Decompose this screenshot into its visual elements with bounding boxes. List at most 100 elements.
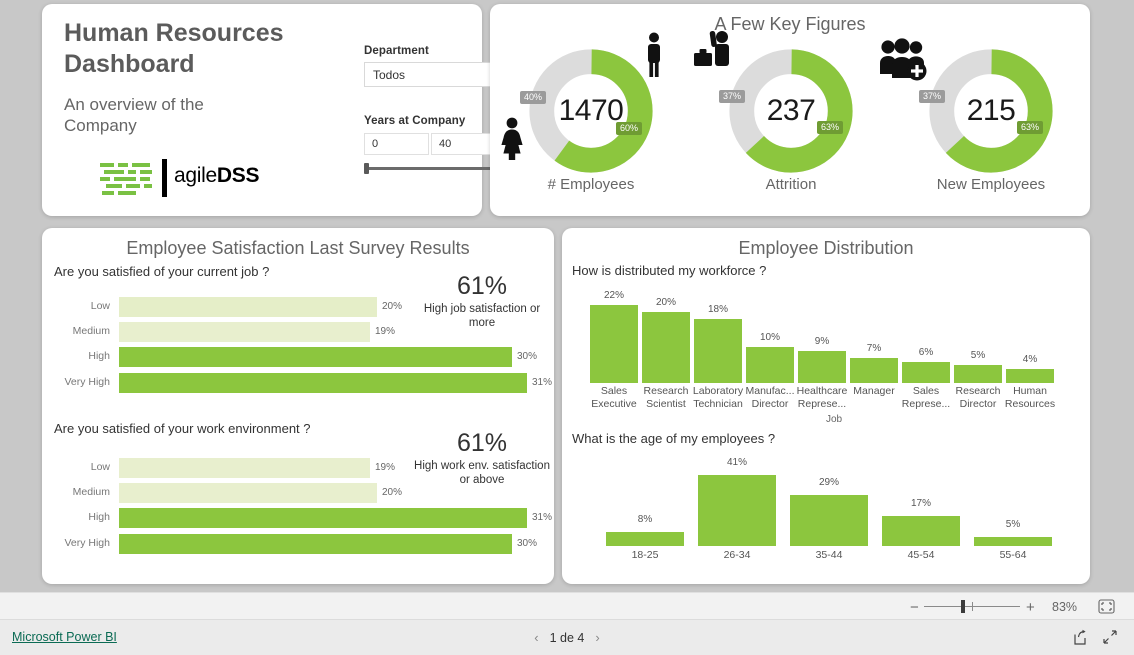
column-bar [850, 358, 898, 383]
axis-category-label: Sales Executive [591, 385, 637, 411]
chart-column[interactable]: 17% [882, 468, 960, 546]
job-distribution-chart: 22% 20% 18% 10% 9% 7% 6% 5% 4% [590, 286, 1070, 383]
satisfaction-question-1: Are you satisfied of your current job ? [54, 264, 270, 279]
fit-to-page-icon[interactable] [1098, 599, 1115, 619]
chart-column[interactable]: 7% [850, 286, 898, 383]
bar-category-label: Very High [64, 376, 110, 388]
axis-category-label: Healthcare Represe... [796, 385, 848, 411]
kpi-badge-grey-new-employees: 37% [919, 90, 946, 103]
bar-fill [119, 347, 512, 367]
bar-value-label: 20% [382, 301, 403, 312]
header-card: Human Resources Dashboard An overview of… [42, 4, 512, 216]
years-slicer-label: Years at Company [364, 115, 466, 127]
bar-category-label: Low [90, 461, 110, 473]
satisfaction-bar-row[interactable]: Low 20% [54, 297, 544, 317]
report-canvas: Human Resources Dashboard An overview of… [0, 0, 1134, 592]
kpi-value-new-employees: 215 [966, 94, 1016, 127]
axis-category-label: Manager [853, 385, 895, 397]
satisfaction-title: Employee Satisfaction Last Survey Result… [126, 238, 470, 258]
zoom-out-button[interactable]: − [910, 599, 919, 616]
chevron-right-icon[interactable]: › [584, 630, 610, 645]
axis-category-label: 55-64 [999, 549, 1027, 561]
bar-fill [119, 508, 527, 528]
column-bar [694, 319, 742, 383]
zoom-slider-handle[interactable] [961, 600, 965, 613]
chart-column[interactable]: 41% [698, 457, 776, 546]
distribution-title: Employee Distribution [738, 238, 914, 258]
chart-column[interactable]: 8% [606, 468, 684, 546]
column-value-label: 41% [726, 457, 747, 468]
kpi-badge-grey-employees: 40% [520, 91, 547, 104]
bar-value-label: 30% [517, 538, 538, 549]
satisfaction-bar-row[interactable]: Very High 31% [54, 373, 552, 393]
bar-value-label: 20% [382, 487, 403, 498]
chart-column[interactable]: 6% [902, 286, 950, 383]
bar-value-label: 19% [375, 462, 396, 473]
satisfaction-big-pct-2: 61% [456, 429, 508, 457]
column-value-label: 22% [603, 290, 624, 301]
column-value-label: 29% [818, 477, 839, 488]
kpi-label-attrition: Attrition [765, 176, 817, 193]
column-bar [798, 351, 846, 383]
share-icon[interactable] [1072, 629, 1088, 651]
chevron-left-icon[interactable]: ‹ [523, 630, 549, 645]
chart-column[interactable]: 4% [1006, 286, 1054, 383]
kpi-label-employees: # Employees [547, 176, 635, 193]
satisfaction-bar-row[interactable]: Low 19% [54, 458, 544, 478]
satisfaction-bar-row[interactable]: Very High 30% [54, 534, 544, 554]
zoom-in-button[interactable]: + [1026, 599, 1035, 616]
kpi-value-attrition: 237 [766, 94, 816, 127]
bar-fill [119, 458, 370, 478]
age-distribution-chart: 8% 41% 29% 17% 5% [598, 457, 1068, 546]
chart-column[interactable]: 29% [790, 468, 868, 546]
key-figures-card: A Few Key Figures 1470 40% 60% 237 37% 6… [490, 4, 1090, 216]
column-bar [746, 347, 794, 383]
axis-category-label: Research Director [955, 385, 1001, 411]
years-max-input[interactable]: 40 [431, 133, 496, 155]
kpi-donut-new-employees: 215 37% 63% [919, 46, 1056, 176]
bar-category-label: Medium [72, 325, 110, 337]
fullscreen-icon[interactable] [1102, 629, 1118, 651]
page-navigation-bar: Microsoft Power BI ‹ 1 de 4 › [0, 620, 1134, 655]
chart-column[interactable]: 5% [974, 468, 1052, 546]
column-bar [590, 305, 638, 383]
page-subtitle: An overview of the Company [64, 95, 204, 136]
chart-column[interactable]: 22% [590, 286, 638, 383]
chart-column[interactable]: 18% [694, 286, 742, 383]
bar-category-label: Medium [72, 486, 110, 498]
age-question: What is the age of my employees ? [572, 431, 776, 446]
chart-column[interactable]: 9% [798, 286, 846, 383]
kpi-badge-green-attrition: 63% [817, 121, 844, 134]
column-bar [698, 475, 776, 546]
axis-category-label: 35-44 [815, 549, 843, 561]
woman-icon [498, 117, 526, 166]
bar-value-label: 30% [517, 351, 538, 362]
axis-category-label: Laboratory Technician [692, 385, 744, 411]
satisfaction-bar-row[interactable]: High 31% [54, 508, 552, 528]
chart-column[interactable]: 20% [642, 286, 690, 383]
axis-category-label: 26-34 [723, 549, 751, 561]
column-value-label: 7% [866, 343, 882, 354]
chart-column[interactable]: 10% [746, 286, 794, 383]
years-min-input[interactable]: 0 [364, 133, 429, 155]
satisfaction-bar-row[interactable]: Medium 20% [54, 483, 544, 503]
satisfaction-bar-row[interactable]: High 30% [54, 347, 544, 367]
kpi-badge-green-new-employees: 63% [1017, 121, 1044, 134]
age-axis-labels: 18-25 26-34 35-44 45-54 55-64 [598, 549, 1068, 569]
chart-column[interactable]: 5% [954, 286, 1002, 383]
bar-category-label: High [88, 350, 110, 362]
zoom-level-label: 83% [1052, 600, 1078, 614]
bar-value-label: 31% [532, 377, 553, 388]
axis-category-label: 45-54 [907, 549, 935, 561]
bar-value-label: 31% [532, 512, 553, 523]
bar-fill [119, 534, 512, 554]
bar-value-label: 19% [375, 326, 396, 337]
column-bar [882, 516, 960, 546]
slider-handle-min[interactable] [364, 163, 369, 174]
satisfaction-bar-row[interactable]: Medium 19% [54, 322, 544, 342]
column-bar [902, 362, 950, 383]
bar-fill [119, 322, 370, 342]
axis-category-label: Human Resources [1004, 385, 1056, 411]
column-value-label: 4% [1022, 354, 1038, 365]
years-range-slider[interactable] [364, 163, 510, 174]
